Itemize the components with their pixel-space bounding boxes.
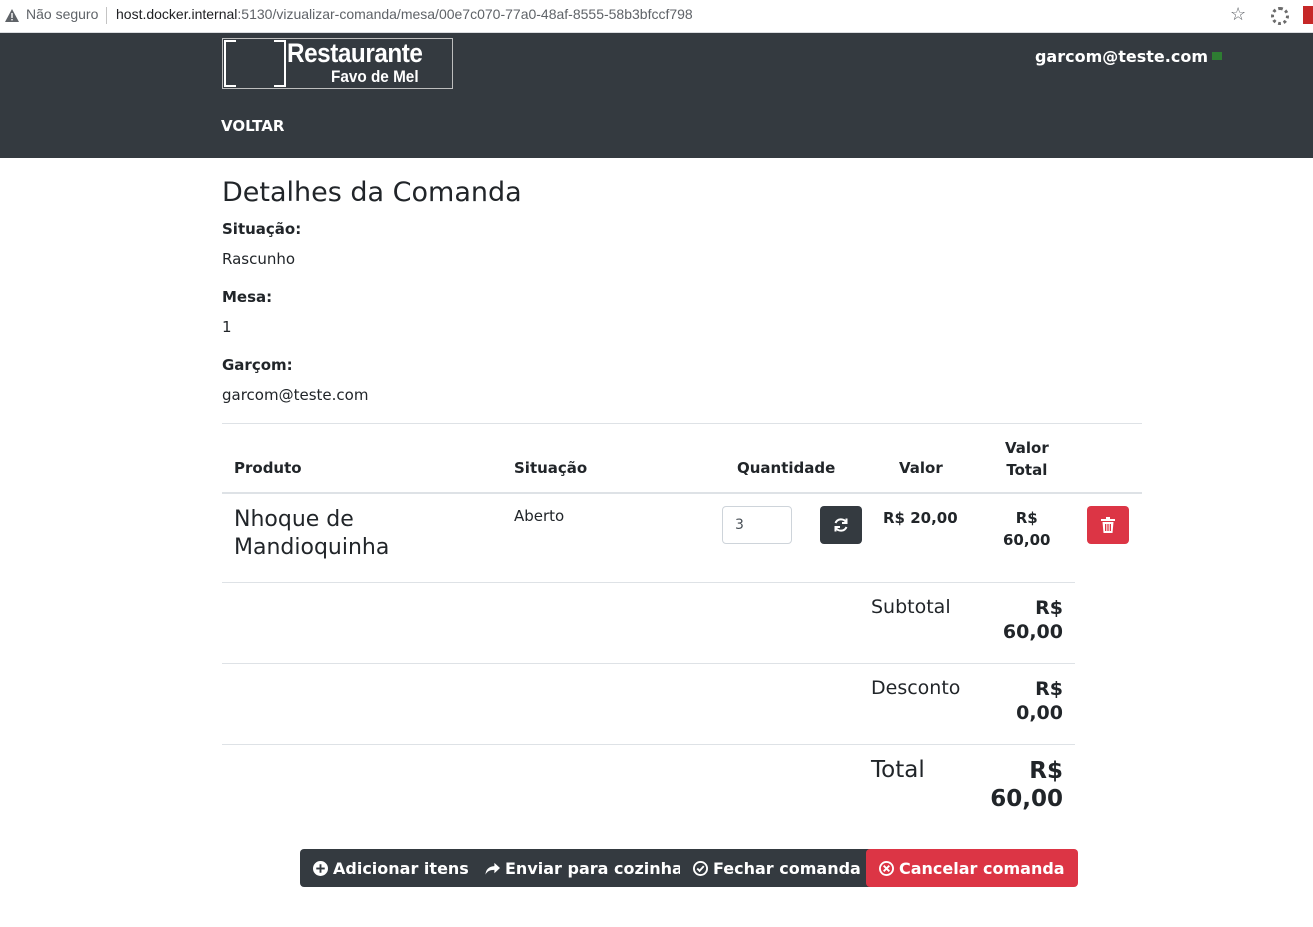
close-order-button[interactable]: Fechar comanda bbox=[680, 849, 874, 887]
times-circle-icon bbox=[879, 860, 894, 876]
extension-icon[interactable] bbox=[1271, 7, 1289, 25]
discount-value: R$ 0,00 bbox=[1016, 677, 1063, 725]
item-status: Aberto bbox=[514, 507, 565, 525]
send-to-kitchen-label: Enviar para cozinha bbox=[505, 858, 683, 878]
column-header-quantity: Quantidade bbox=[737, 459, 836, 477]
send-to-kitchen-button[interactable]: Enviar para cozinha bbox=[472, 849, 696, 887]
check-circle-icon bbox=[693, 860, 708, 876]
status-value: Rascunho bbox=[222, 250, 296, 268]
add-items-label: Adicionar itens bbox=[333, 858, 469, 878]
subtotal-currency: R$ bbox=[1035, 597, 1063, 619]
browser-address-bar: Não seguro host.docker.internal:5130/viz… bbox=[0, 0, 1313, 33]
logo-subtitle: Favo de Mel bbox=[331, 67, 419, 86]
divider bbox=[222, 744, 1075, 745]
pdf-extension-icon[interactable] bbox=[1303, 6, 1313, 24]
cancel-order-label: Cancelar comanda bbox=[899, 858, 1065, 878]
table-header-divider bbox=[222, 492, 1142, 494]
plus-circle-icon bbox=[313, 860, 328, 876]
item-unit-value: R$ 20,00 bbox=[883, 509, 958, 527]
status-label: Situação: bbox=[222, 220, 302, 238]
user-email: garcom@teste.com bbox=[1034, 47, 1208, 66]
remove-item-button[interactable] bbox=[1087, 506, 1129, 544]
total-value: R$ 60,00 bbox=[990, 757, 1063, 813]
total-label: Total bbox=[871, 757, 925, 783]
add-items-button[interactable]: Adicionar itens bbox=[300, 849, 482, 887]
subtotal-value: R$ 60,00 bbox=[1003, 596, 1063, 644]
total-amount: 60,00 bbox=[990, 786, 1063, 812]
discount-currency: R$ bbox=[1035, 678, 1063, 700]
trash-icon bbox=[1101, 517, 1115, 533]
table-number-label: Mesa: bbox=[222, 288, 273, 306]
divider bbox=[222, 663, 1075, 664]
update-quantity-button[interactable] bbox=[820, 506, 862, 544]
logo-bracket-icon bbox=[224, 39, 286, 88]
divider bbox=[222, 582, 1075, 583]
column-header-value: Valor bbox=[899, 459, 943, 477]
quantity-input[interactable] bbox=[722, 506, 792, 544]
divider bbox=[222, 423, 1142, 424]
column-header-product: Produto bbox=[234, 459, 302, 477]
page-title: Detalhes da Comanda bbox=[222, 177, 522, 208]
bookmark-star-icon[interactable]: ☆ bbox=[1230, 4, 1246, 25]
cancel-order-button[interactable]: Cancelar comanda bbox=[866, 849, 1078, 887]
url-host: host.docker.internal bbox=[116, 6, 238, 22]
total-currency: R$ bbox=[1029, 758, 1063, 784]
refresh-icon bbox=[834, 518, 848, 532]
url-field[interactable]: host.docker.internal:5130/vizualizar-com… bbox=[116, 6, 693, 22]
column-header-status: Situação bbox=[514, 459, 588, 477]
column-header-total-line2: Total bbox=[1006, 461, 1048, 479]
item-total-value: R$ 60,00 bbox=[1003, 507, 1050, 551]
subtotal-label: Subtotal bbox=[871, 596, 951, 618]
back-link[interactable]: VOLTAR bbox=[221, 117, 284, 135]
logo-title: Restaurante bbox=[287, 38, 423, 68]
column-header-total: Valor Total bbox=[1005, 437, 1049, 481]
security-status[interactable]: Não seguro bbox=[26, 6, 98, 22]
close-order-label: Fechar comanda bbox=[713, 858, 861, 878]
envelope-icon bbox=[1212, 52, 1222, 60]
waiter-label: Garçom: bbox=[222, 356, 293, 374]
waiter-value: garcom@teste.com bbox=[222, 386, 369, 404]
item-total-currency: R$ bbox=[1015, 509, 1038, 527]
top-navbar: Restaurante Favo de Mel garcom@teste.com… bbox=[0, 33, 1313, 158]
item-total-amount: 60,00 bbox=[1003, 531, 1051, 549]
restaurant-logo[interactable]: Restaurante Favo de Mel bbox=[222, 38, 453, 89]
discount-label: Desconto bbox=[871, 677, 961, 699]
discount-amount: 0,00 bbox=[1016, 702, 1063, 724]
divider bbox=[106, 7, 107, 24]
user-menu[interactable]: garcom@teste.com bbox=[1035, 47, 1222, 66]
product-name: Nhoque de Mandioquinha bbox=[234, 507, 390, 560]
warning-icon bbox=[5, 9, 19, 22]
subtotal-amount: 60,00 bbox=[1002, 621, 1063, 643]
table-number-value: 1 bbox=[222, 318, 232, 336]
share-arrow-icon bbox=[485, 862, 500, 875]
column-header-total-line1: Valor bbox=[1005, 439, 1049, 457]
url-path: :5130/vizualizar-comanda/mesa/00e7c070-7… bbox=[237, 6, 693, 22]
